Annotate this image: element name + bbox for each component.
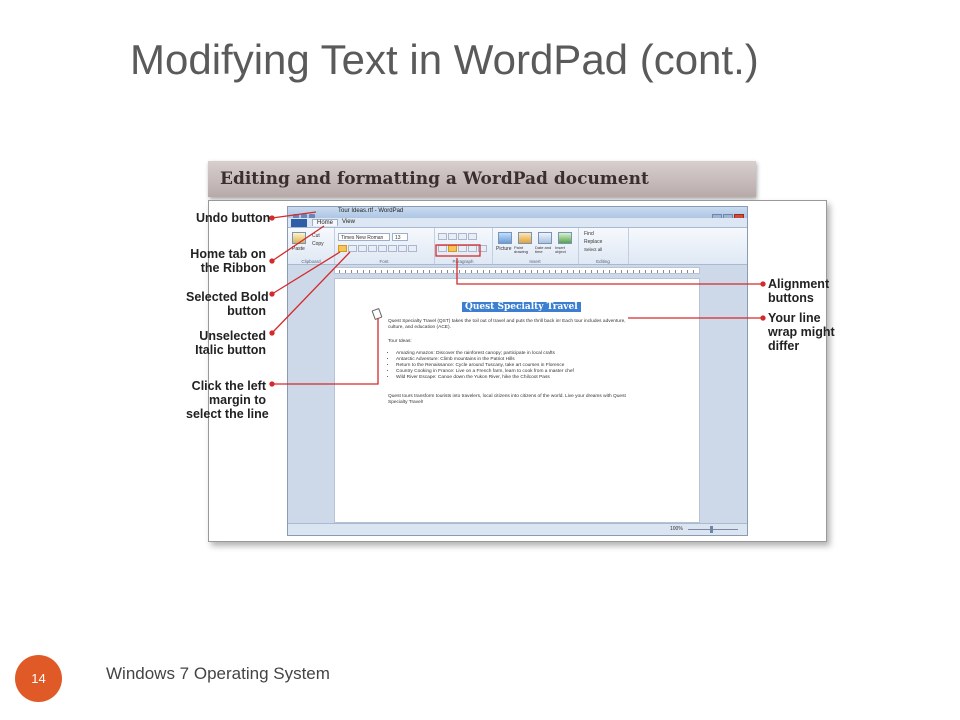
callout-dot-bold bbox=[269, 291, 275, 297]
callout-line-alignment bbox=[456, 258, 763, 285]
callout-lines bbox=[269, 211, 766, 387]
callout-dot-alignment bbox=[760, 281, 766, 287]
callout-line-italic bbox=[271, 251, 351, 334]
callout-line-margin bbox=[272, 318, 379, 385]
alignment-highlight-box bbox=[435, 244, 481, 257]
callout-dot-home-tab bbox=[269, 258, 275, 264]
callout-line-undo bbox=[271, 211, 317, 219]
callout-dot-margin bbox=[269, 381, 275, 387]
callout-dot-undo bbox=[269, 215, 275, 221]
callout-line-home-tab bbox=[271, 225, 325, 262]
slide-number: 14 bbox=[15, 655, 62, 702]
slide-footer: Windows 7 Operating System bbox=[106, 664, 330, 683]
callout-dot-wrap bbox=[760, 315, 766, 321]
callout-dot-italic bbox=[269, 330, 275, 336]
